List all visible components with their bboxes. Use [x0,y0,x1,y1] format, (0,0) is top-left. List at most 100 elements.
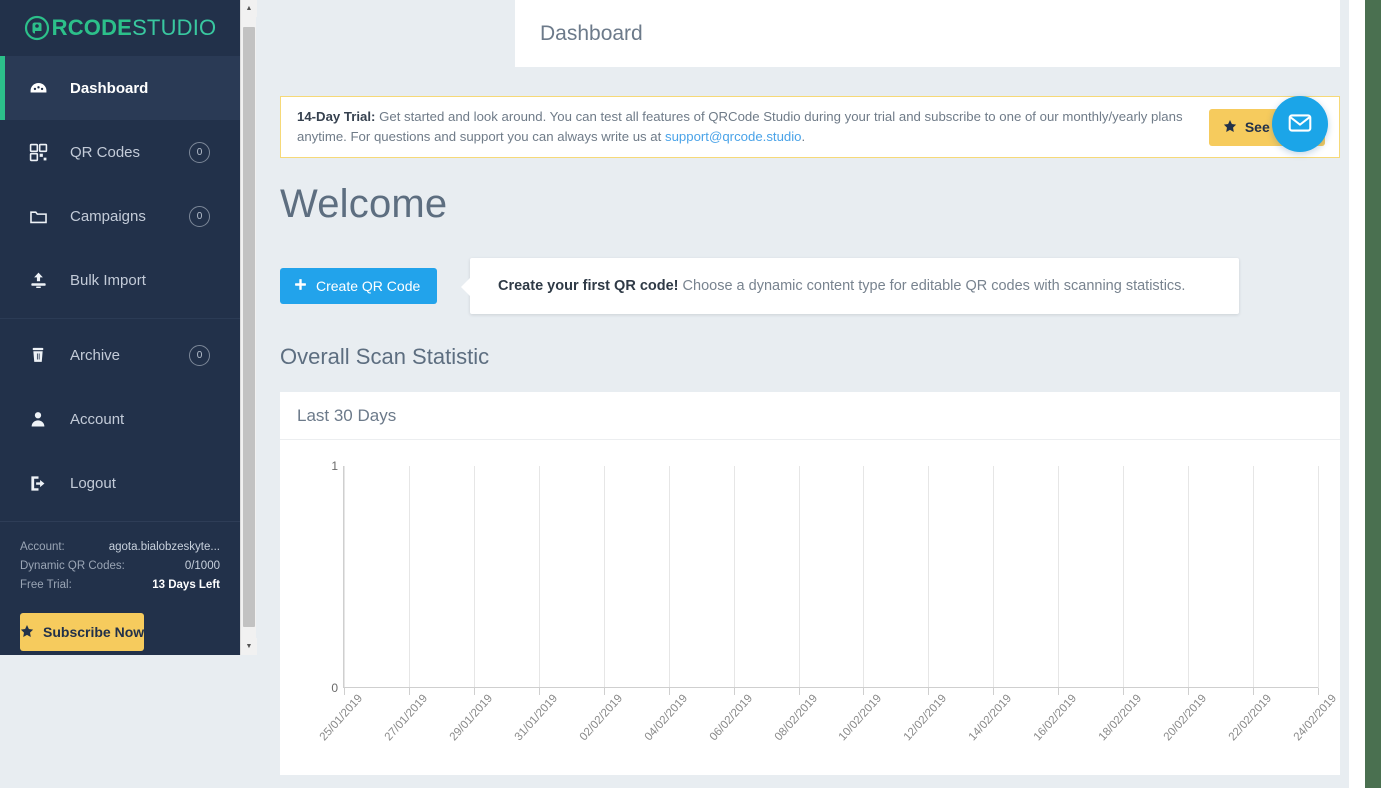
trash-icon [26,343,50,367]
sidebar-scrollbar[interactable]: ▲ ▼ [240,0,256,655]
sidebar-item-bulk-import[interactable]: Bulk Import [0,248,240,312]
sidebar-divider [0,318,240,319]
dashboard-gauge-icon [26,76,50,100]
x-axis-tick-label: 20/02/2019 [1162,692,1209,743]
welcome-heading: Welcome [280,182,447,227]
account-row-free-trial: Free Trial: 13 Days Left [20,576,220,595]
subscribe-now-label: Subscribe Now [43,624,144,640]
main-content: 14-Day Trial: Get started and look aroun… [257,0,1365,788]
x-axis-tick [604,688,605,695]
qr-grid-icon [26,140,50,164]
sidebar-item-label: Account [70,411,240,428]
sidebar: RCODESTUDIO Dashboard QR Codes 0 [0,0,240,655]
sidebar-item-label: Bulk Import [70,272,240,289]
tooltip-body: Choose a dynamic content type for editab… [679,278,1186,294]
account-label: Account: [20,538,65,557]
tooltip-text: Create your first QR code! Choose a dyna… [498,278,1185,294]
chart-gridline [863,466,864,688]
x-axis-tick [1123,688,1124,695]
logo-bold-text: RCODE [52,15,132,40]
x-axis-tick-label: 06/02/2019 [707,692,754,743]
x-axis-tick [409,688,410,695]
scroll-up-arrow-icon[interactable]: ▲ [241,0,257,17]
x-axis-tick [344,688,345,695]
logout-icon [26,471,50,495]
account-row-dynamic-codes: Dynamic QR Codes: 0/1000 [20,557,220,576]
chart-gridline [799,466,800,688]
trial-banner-strong: 14-Day Trial: [297,109,375,124]
chart-gridline [474,466,475,688]
x-axis-tick-label: 12/02/2019 [902,692,949,743]
chat-support-button[interactable] [1272,96,1328,152]
sidebar-item-archive[interactable]: Archive 0 [0,323,240,387]
y-axis-tick-label: 0 [331,681,338,695]
chart-gridline [1253,466,1254,688]
chart-gridline [1188,466,1189,688]
chart-gridline [604,466,605,688]
sidebar-item-campaigns[interactable]: Campaigns 0 [0,184,240,248]
x-axis-tick-label: 22/02/2019 [1227,692,1274,743]
trial-banner: 14-Day Trial: Get started and look aroun… [280,96,1340,158]
support-email-link[interactable]: support@qrcode.studio [665,129,802,144]
x-axis-tick [1188,688,1189,695]
folder-icon [26,204,50,228]
sidebar-item-logout[interactable]: Logout [0,451,240,515]
x-axis-tick-label: 10/02/2019 [837,692,884,743]
chart-gridline [1123,466,1124,688]
x-axis-tick-label: 14/02/2019 [967,692,1014,743]
tooltip-strong: Create your first QR code! [498,278,679,294]
free-trial-value: 13 Days Left [152,576,220,595]
x-axis-tick-label: 08/02/2019 [772,692,819,743]
x-axis-tick [669,688,670,695]
account-value: agota.bialobzeskyte... [109,538,220,557]
app-logo[interactable]: RCODESTUDIO [0,0,240,56]
chart-range-label: Last 30 Days [280,392,1340,440]
free-trial-label: Free Trial: [20,576,72,595]
chart-gridline [993,466,994,688]
sidebar-badge-qr-codes: 0 [189,142,210,163]
trial-banner-period: . [802,129,806,144]
qrcode-circle-icon [24,15,50,41]
sidebar-item-qr-codes[interactable]: QR Codes 0 [0,120,240,184]
chart-gridline [344,466,345,688]
x-axis-tick [1318,688,1319,695]
upload-icon [26,268,50,292]
chart-gridline [1318,466,1319,688]
x-axis-tick-label: 02/02/2019 [577,692,624,743]
x-axis-tick-label: 24/02/2019 [1292,692,1339,743]
sidebar-scrollbar-thumb[interactable] [243,27,255,627]
sidebar-item-label: QR Codes [70,144,189,161]
x-axis-tick [734,688,735,695]
x-axis-tick [1058,688,1059,695]
dynamic-codes-value: 0/1000 [185,557,220,576]
x-axis-tick [928,688,929,695]
x-axis-tick [474,688,475,695]
create-qr-code-button[interactable]: Create QR Code [280,268,437,304]
x-axis-tick-label: 27/01/2019 [383,692,430,743]
scan-statistic-heading: Overall Scan Statistic [280,344,489,370]
sidebar-item-label: Archive [70,347,189,364]
account-row-name: Account: agota.bialobzeskyte... [20,538,220,557]
sidebar-item-label: Logout [70,475,240,492]
plus-icon [294,278,307,294]
x-axis-tick-label: 04/02/2019 [642,692,689,743]
account-summary: Account: agota.bialobzeskyte... Dynamic … [0,521,240,595]
sidebar-item-account[interactable]: Account [0,387,240,451]
chart-plot-area: 0125/01/201927/01/201929/01/201931/01/20… [343,466,1318,688]
x-axis-tick-label: 16/02/2019 [1032,692,1079,743]
x-axis-tick [863,688,864,695]
chart-gridline [669,466,670,688]
scan-chart: 0125/01/201927/01/201929/01/201931/01/20… [280,440,1340,775]
scan-statistic-card: Last 30 Days 0125/01/201927/01/201929/01… [280,392,1340,775]
subscribe-now-button[interactable]: Subscribe Now [20,613,144,651]
scroll-down-arrow-icon[interactable]: ▼ [241,638,257,655]
star-icon [20,624,34,641]
x-axis-tick-label: 31/01/2019 [512,692,559,743]
chart-gridline [734,466,735,688]
user-icon [26,407,50,431]
right-green-band [1365,0,1381,788]
y-axis-tick-label: 1 [331,459,338,473]
sidebar-item-dashboard[interactable]: Dashboard [0,56,240,120]
trial-banner-text: 14-Day Trial: Get started and look aroun… [297,107,1209,147]
sidebar-badge-campaigns: 0 [189,206,210,227]
